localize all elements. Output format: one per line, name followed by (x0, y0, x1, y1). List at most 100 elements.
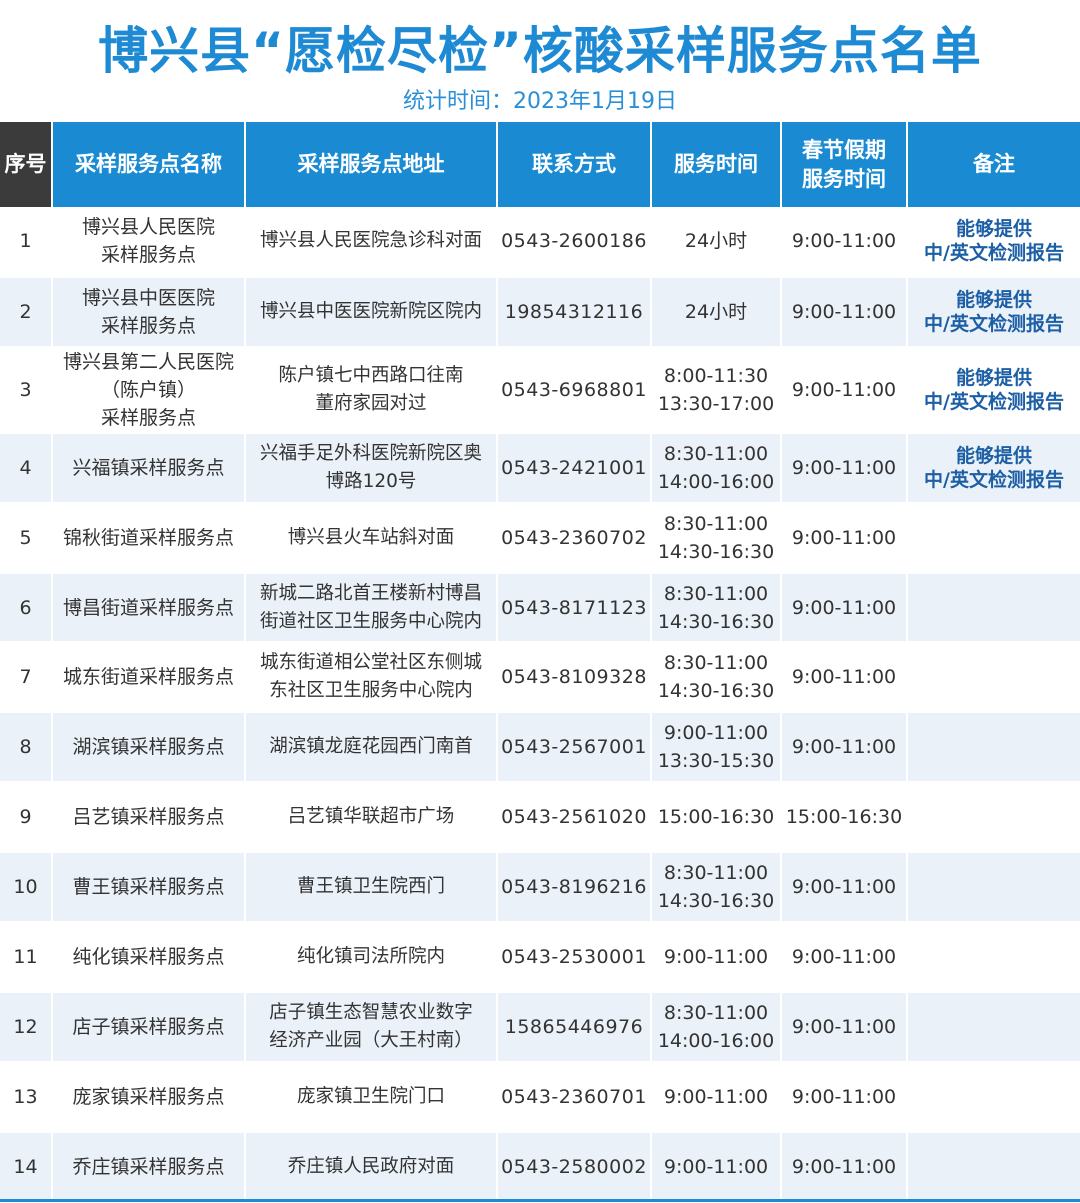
holiday-service-time: 9:00-11:00 (781, 572, 908, 643)
sampling-point-address-line: 庞家镇卫生院门口 (296, 1085, 445, 1107)
note (907, 992, 1080, 1062)
service-time: 8:30-11:00 14:00-16:00 (651, 991, 782, 1062)
note-line: 中/英文检测报告 (924, 390, 1064, 413)
service-time: 9:00-11:00 (651, 922, 782, 992)
service-time-line: 9:00-11:00 (663, 945, 769, 968)
sampling-point-name-line: 采样服务点 (100, 244, 196, 267)
sampling-point-name-line: 博兴县中医医院 (81, 286, 215, 309)
note (907, 1132, 1080, 1202)
service-time-line: 24小时 (684, 230, 748, 253)
sampling-point-name: 庞家镇采样服务点 (52, 1061, 246, 1132)
sampling-point-address-line: 吕艺镇华联超市广场 (287, 806, 455, 828)
sampling-point-name: 兴福镇采样服务点 (52, 432, 246, 503)
contact-phone: 0543-2567001 (497, 712, 652, 783)
table-row: 1 博兴县人民医院 采样服务点 博兴县人民医院急诊科对面 0543-2600186 24小… (0, 207, 1080, 277)
note (907, 503, 1080, 573)
service-time-line: 8:00-11:30 (663, 364, 769, 387)
table-row: 3 博兴县第二人民医院 （陈户镇） 采样服务点 陈户镇七中西路口往南 董府家园对过 0543… (0, 346, 1080, 433)
contact-phone: 15865446976 (497, 991, 652, 1062)
row-number: 14 (0, 1131, 53, 1202)
note: 能够提供 中/英文检测报告 (907, 347, 1080, 433)
service-time: 8:30-11:00 14:30-16:30 (651, 572, 782, 643)
sampling-point-address: 城东街道相公堂社区东侧城 东社区卫生服务中心院内 (245, 642, 498, 713)
table-row: 4 兴福镇采样服务点 兴福手足外科医院新院区奥 博路120号 0543-2421001 8… (0, 432, 1080, 503)
row-number: 12 (0, 991, 53, 1062)
sampling-point-name: 博昌街道采样服务点 (52, 572, 246, 643)
note (907, 922, 1080, 992)
sampling-point-name: 博兴县中医医院 采样服务点 (52, 276, 246, 347)
sampling-points-table: 序号 采样服务点名称 采样服务点地址 联系方式 服务时间 春节假期 服务时间 备… (0, 122, 1080, 1203)
holiday-service-time: 9:00-11:00 (781, 207, 908, 277)
sampling-point-address: 博兴县中医医院新院区院内 (245, 276, 498, 347)
sampling-point-name-line: 博昌街道采样服务点 (62, 596, 234, 619)
note-line: 能够提供 (955, 218, 1032, 241)
sampling-point-name-line: 纯化镇采样服务点 (72, 945, 225, 968)
holiday-service-time: 9:00-11:00 (781, 852, 908, 923)
sampling-point-address: 庞家镇卫生院门口 (245, 1061, 498, 1132)
table-row: 7 城东街道采样服务点 城东街道相公堂社区东侧城 东社区卫生服务中心院内 0543-81… (0, 642, 1080, 713)
table-row: 12 店子镇采样服务点 店子镇生态智慧农业数字 经济产业园（大王村南） 15865446… (0, 991, 1080, 1062)
holiday-service-time: 9:00-11:00 (781, 922, 908, 992)
row-number: 11 (0, 922, 53, 992)
sampling-point-name: 博兴县第二人民医院 （陈户镇） 采样服务点 (52, 346, 246, 433)
note-line: 能够提供 (955, 444, 1032, 467)
service-time-line: 14:00-16:00 (657, 1029, 775, 1052)
table-row: 2 博兴县中医医院 采样服务点 博兴县中医医院新院区院内 19854312116 24小时… (0, 276, 1080, 347)
sampling-point-address: 湖滨镇龙庭花园西门南首 (245, 712, 498, 783)
note-line: 中/英文检测报告 (924, 312, 1064, 335)
service-time-line: 13:30-15:30 (657, 750, 775, 773)
note (907, 642, 1080, 712)
table-header-row: 序号 采样服务点名称 采样服务点地址 联系方式 服务时间 春节假期 服务时间 备… (0, 122, 1080, 207)
note (907, 712, 1080, 782)
note: 能够提供 中/英文检测报告 (907, 277, 1080, 347)
sampling-point-address: 吕艺镇华联超市广场 (245, 782, 498, 853)
service-time: 8:30-11:00 14:00-16:00 (651, 432, 782, 503)
service-time-line: 24小时 (684, 300, 748, 323)
holiday-service-time: 9:00-11:00 (781, 432, 908, 503)
sampling-point-name: 店子镇采样服务点 (52, 991, 246, 1062)
service-time-line: 14:00-16:00 (657, 470, 775, 493)
note (907, 1062, 1080, 1132)
holiday-service-time: 9:00-11:00 (781, 1061, 908, 1132)
sampling-point-address-line: 店子镇生态智慧农业数字 (269, 1001, 473, 1023)
note: 能够提供 中/英文检测报告 (907, 207, 1080, 277)
holiday-service-time: 9:00-11:00 (781, 346, 908, 433)
row-number: 1 (0, 207, 53, 277)
row-number: 2 (0, 276, 53, 347)
contact-phone: 0543-6968801 (497, 346, 652, 433)
row-number: 8 (0, 712, 53, 783)
service-time: 8:30-11:00 14:30-16:30 (651, 502, 782, 573)
table-row: 10 曹王镇采样服务点 曹王镇卫生院西门 0543-8196216 8:30-11:00… (0, 852, 1080, 923)
service-time-line: 14:30-16:30 (657, 540, 775, 563)
service-time-line: 9:00-11:00 (663, 722, 769, 745)
sampling-point-name-line: 庞家镇采样服务点 (72, 1085, 225, 1108)
table-row: 11 纯化镇采样服务点 纯化镇司法所院内 0543-2530001 9:00-11:00… (0, 922, 1080, 992)
sampling-point-name-line: 锦秋街道采样服务点 (62, 526, 234, 549)
sampling-point-name: 博兴县人民医院 采样服务点 (52, 207, 246, 277)
header-note: 备注 (907, 122, 1080, 207)
service-time: 24小时 (651, 207, 782, 277)
sampling-point-address: 博兴县人民医院急诊科对面 (245, 207, 498, 277)
header-holiday-time: 春节假期 服务时间 (781, 122, 908, 207)
sampling-point-address-line: 博兴县人民医院急诊科对面 (259, 230, 482, 252)
service-time-line: 8:30-11:00 (663, 652, 769, 675)
note (907, 782, 1080, 852)
sampling-point-address: 纯化镇司法所院内 (245, 922, 498, 992)
sampling-point-address: 新城二路北首王楼新村博昌 街道社区卫生服务中心院内 (245, 572, 498, 643)
row-number: 10 (0, 852, 53, 923)
note (907, 573, 1080, 643)
sampling-point-address-line: 博兴县火车站斜对面 (287, 526, 455, 548)
row-number: 5 (0, 502, 53, 573)
sampling-point-address-line: 博兴县中医医院新院区院内 (259, 300, 482, 322)
service-time-line: 14:30-16:30 (657, 890, 775, 913)
sampling-point-name: 湖滨镇采样服务点 (52, 712, 246, 783)
sampling-point-address: 曹王镇卫生院西门 (245, 852, 498, 923)
sampling-point-name-line: 曹王镇采样服务点 (72, 876, 225, 899)
row-number: 4 (0, 432, 53, 503)
sampling-point-name: 乔庄镇采样服务点 (52, 1131, 246, 1202)
note: 能够提供 中/英文检测报告 (907, 433, 1080, 503)
note (907, 852, 1080, 922)
sampling-point-name-line: 采样服务点 (100, 314, 196, 337)
contact-phone: 0543-2360702 (497, 502, 652, 573)
sampling-point-address: 乔庄镇人民政府对面 (245, 1131, 498, 1202)
